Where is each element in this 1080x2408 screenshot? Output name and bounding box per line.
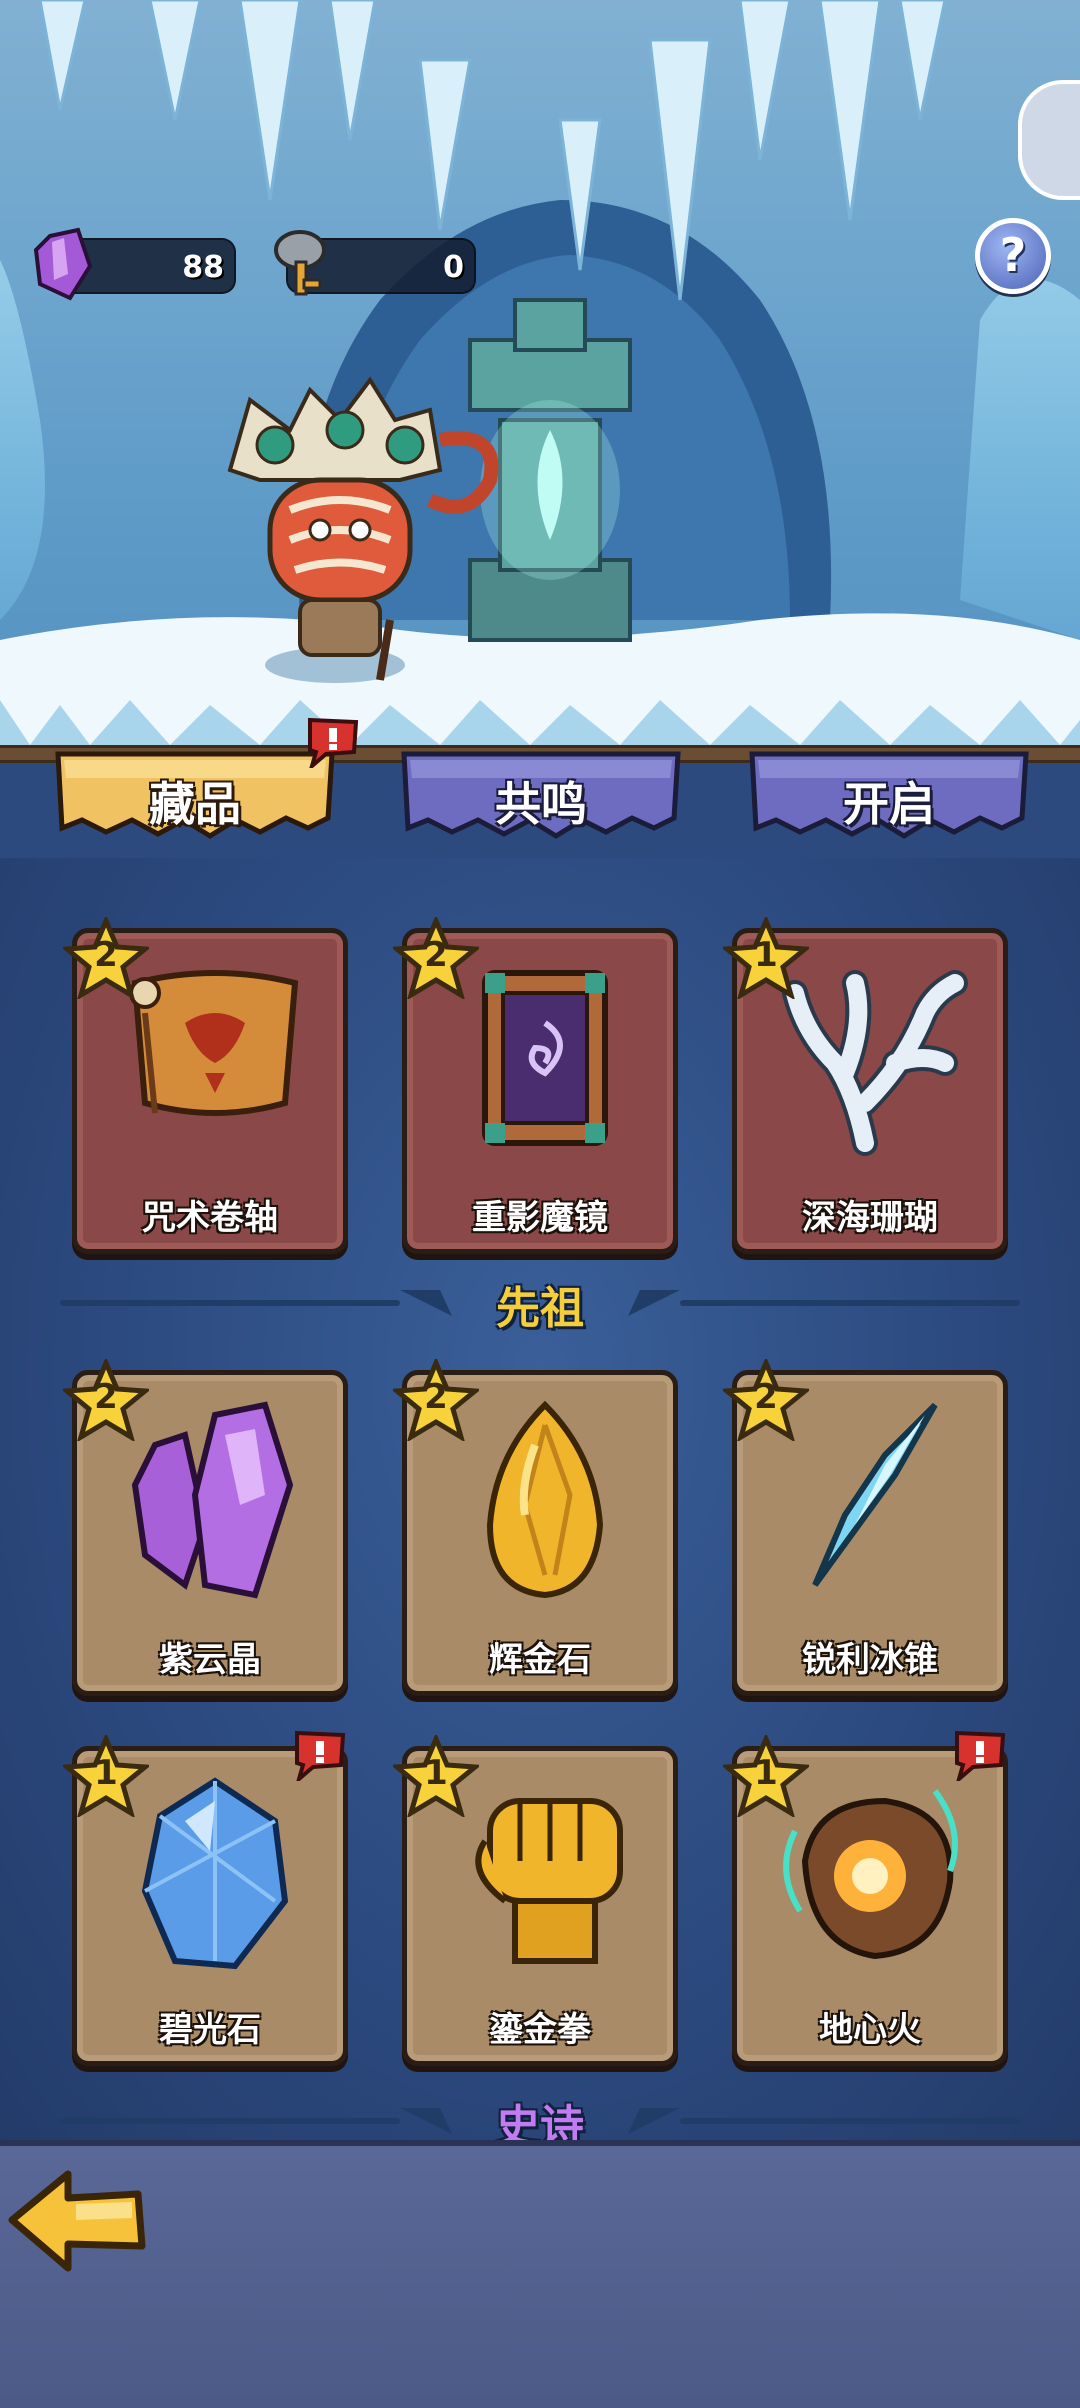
tab-collection-alert-icon (308, 717, 359, 768)
cave-scene: 88 0 ? (0, 0, 1080, 760)
tab-resonance-label: 共鸣 (495, 777, 587, 831)
item-name: 辉金石 (489, 1640, 591, 1680)
key-currency[interactable]: 0 (274, 230, 476, 296)
back-arrow-icon[interactable] (6, 2164, 148, 2274)
star-rank-badge: 1 (720, 1732, 812, 1819)
star-rank-badge: 2 (390, 1356, 482, 1443)
item-name: 碧光石 (159, 2010, 261, 2050)
tab-collection-label: 藏品 (149, 777, 241, 831)
tab-collection[interactable]: 藏品 (50, 748, 340, 858)
item-card[interactable]: 咒术卷轴 2 (60, 914, 348, 1254)
key-count: 0 (443, 250, 464, 285)
item-card[interactable]: 地心火 1 (720, 1730, 1008, 2066)
item-name: 紫云晶 (159, 1640, 261, 1680)
star-count: 2 (424, 1377, 448, 1417)
star-rank-badge: 2 (60, 914, 152, 1001)
stone-key-icon (274, 230, 326, 296)
star-count: 2 (94, 935, 118, 975)
crystal-count: 88 (182, 250, 224, 285)
star-count: 1 (424, 1753, 448, 1793)
section-title: 先祖 (496, 1283, 584, 1334)
item-card[interactable]: 锐利冰锥 2 (720, 1356, 1008, 1696)
item-card[interactable]: 重影魔镜 2 (390, 914, 678, 1254)
item-card[interactable]: 辉金石 2 (390, 1356, 678, 1696)
cave-background (0, 0, 1080, 760)
star-rank-badge: 2 (390, 914, 482, 1001)
item-alert-icon (955, 1730, 1006, 1781)
item-card[interactable]: 鎏金拳 1 (390, 1732, 678, 2066)
star-count: 2 (94, 1377, 118, 1417)
item-alert-icon (295, 1730, 346, 1781)
purple-crystal-icon (33, 227, 93, 301)
item-card[interactable]: 紫云晶 2 (60, 1356, 348, 1696)
star-rank-badge: 1 (390, 1732, 482, 1819)
tab-open[interactable]: 开启 (744, 748, 1034, 858)
item-name: 地心火 (819, 2010, 921, 2050)
bottom-bar (0, 2140, 1080, 2408)
star-rank-badge: 1 (720, 914, 812, 1001)
star-count: 2 (424, 935, 448, 975)
star-count: 1 (754, 1753, 778, 1793)
star-rank-badge: 1 (60, 1732, 152, 1819)
star-rank-badge: 2 (720, 1356, 812, 1443)
item-name: 深海珊瑚 (802, 1198, 938, 1238)
star-count: 2 (754, 1377, 778, 1417)
help-button[interactable]: ? (975, 218, 1051, 294)
star-rank-badge: 2 (60, 1356, 152, 1443)
section-header-ancestor: 先祖 (60, 1272, 1020, 1334)
crystal-currency[interactable]: 88 (33, 227, 236, 301)
tab-open-label: 开启 (843, 777, 935, 831)
question-mark-icon: ? (999, 228, 1027, 282)
star-count: 1 (754, 935, 778, 975)
tab-resonance[interactable]: 共鸣 (396, 748, 686, 858)
item-name: 鎏金拳 (489, 2010, 591, 2050)
item-name: 锐利冰锥 (802, 1640, 938, 1680)
item-card[interactable]: 碧光石 1 (60, 1730, 348, 2066)
item-card[interactable]: 深海珊瑚 1 (720, 914, 1008, 1254)
star-count: 1 (94, 1753, 118, 1793)
item-name: 重影魔镜 (472, 1198, 608, 1238)
item-name: 咒术卷轴 (142, 1198, 278, 1238)
collection-panel: 咒术卷轴 2 重影魔镜 2 深海珊瑚 1 先祖 紫云晶 2 辉金石 2 锐利冰锥… (0, 858, 1080, 2148)
avatar[interactable] (1018, 80, 1080, 200)
